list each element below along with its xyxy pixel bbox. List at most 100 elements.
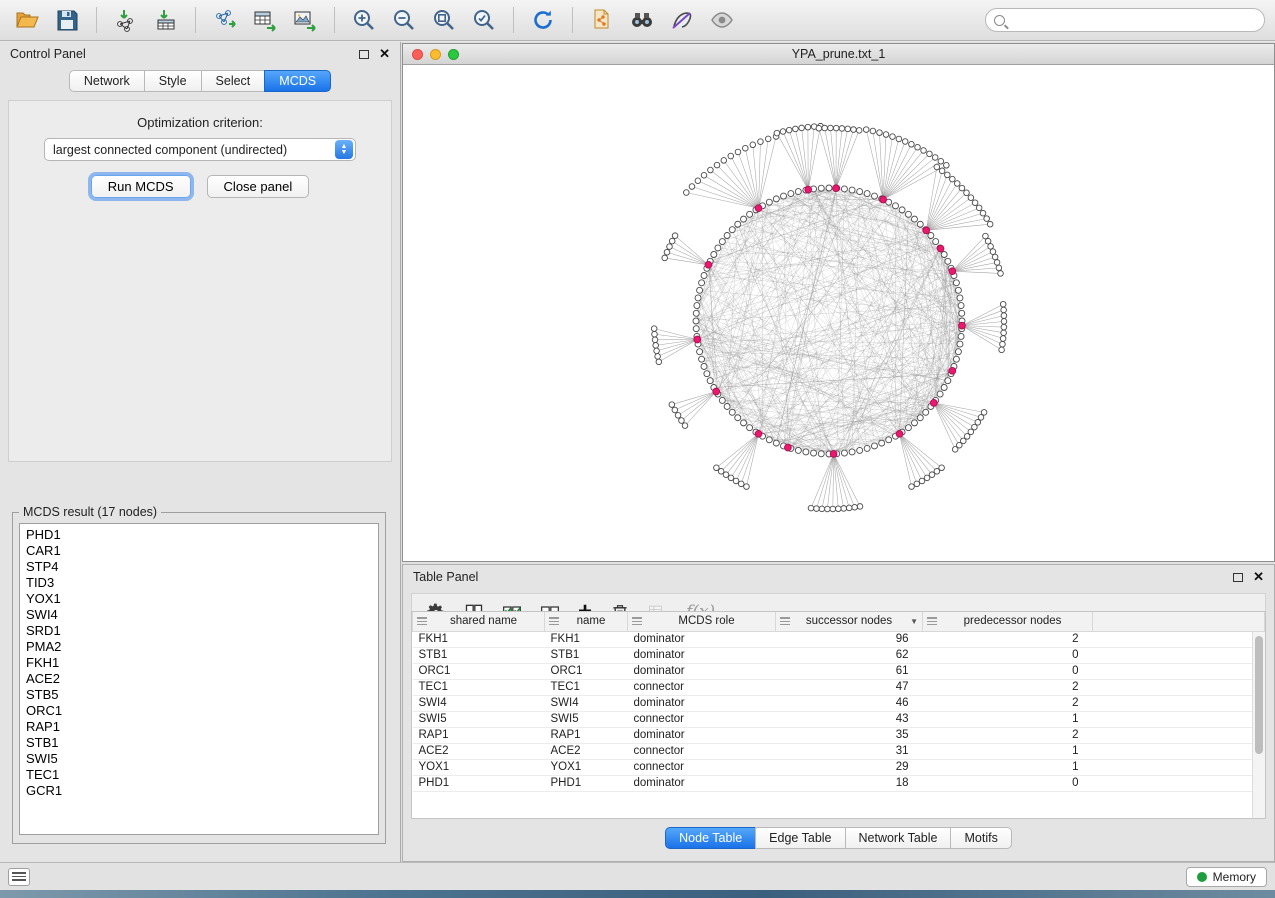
mcds-result-list[interactable]: PHD1CAR1STP4TID3YOX1SWI4SRD1PMA2FKH1ACE2… [19,523,379,835]
scrollbar-thumb[interactable] [1255,636,1263,754]
export-image-button[interactable] [288,4,322,36]
cell-successors[interactable]: 29 [776,759,923,775]
cell-shared_name[interactable]: TEC1 [413,679,545,695]
table-row[interactable]: ACE2ACE2connector311 [413,743,1265,759]
apply-style-button[interactable] [665,4,699,36]
minimize-window-icon[interactable] [430,49,441,60]
table-row[interactable]: TEC1TEC1connector472 [413,679,1265,695]
cell-role[interactable]: connector [628,679,776,695]
node-table-header[interactable]: shared namenameMCDS rolesuccessor nodes▼… [413,612,1265,631]
duplicate-network-button[interactable] [585,4,619,36]
export-network-button[interactable] [208,4,242,36]
cell-role[interactable]: dominator [628,775,776,791]
cell-role[interactable]: dominator [628,727,776,743]
column-header-MCDS-role[interactable]: MCDS role [628,612,776,631]
mcds-result-item[interactable]: YOX1 [26,591,378,607]
cell-name[interactable]: ORC1 [545,663,628,679]
cell-predecessors[interactable]: 0 [923,647,1093,663]
mcds-result-item[interactable]: SWI4 [26,607,378,623]
cell-shared_name[interactable]: STB1 [413,647,545,663]
cell-name[interactable]: RAP1 [545,727,628,743]
cell-shared_name[interactable]: SWI5 [413,711,545,727]
mcds-result-item[interactable]: STB1 [26,735,378,751]
table-row[interactable]: ORC1ORC1dominator610 [413,663,1265,679]
network-graph[interactable] [403,66,1270,561]
cell-successors[interactable]: 35 [776,727,923,743]
tab-edge-table[interactable]: Edge Table [755,827,844,849]
search-input[interactable] [1010,13,1256,27]
cell-shared_name[interactable]: RAP1 [413,727,545,743]
cell-predecessors[interactable]: 2 [923,631,1093,647]
close-panel-icon[interactable]: ✕ [379,49,390,59]
cell-successors[interactable]: 96 [776,631,923,647]
search-field-wrap[interactable] [985,8,1265,32]
cell-role[interactable]: dominator [628,663,776,679]
mcds-result-item[interactable]: PHD1 [26,527,378,543]
mcds-result-item[interactable]: FKH1 [26,655,378,671]
tab-node-table[interactable]: Node Table [665,827,755,849]
show-panels-menu-icon[interactable] [8,868,30,886]
mcds-result-item[interactable]: SRD1 [26,623,378,639]
table-row[interactable]: SWI5SWI5connector431 [413,711,1265,727]
mcds-result-item[interactable]: PMA2 [26,639,378,655]
cell-successors[interactable]: 62 [776,647,923,663]
cell-role[interactable]: dominator [628,631,776,647]
mcds-result-item[interactable]: TEC1 [26,767,378,783]
chevron-down-icon[interactable]: ▼ [910,617,918,626]
cell-successors[interactable]: 18 [776,775,923,791]
table-row[interactable]: RAP1RAP1dominator352 [413,727,1265,743]
cell-name[interactable]: STB1 [545,647,628,663]
float-panel-icon[interactable] [1233,573,1243,582]
cell-successors[interactable]: 47 [776,679,923,695]
tab-motifs[interactable]: Motifs [950,827,1011,849]
import-network-file-button[interactable] [109,4,143,36]
column-header-name[interactable]: name [545,612,628,631]
network-canvas[interactable] [403,66,1274,561]
mcds-result-item[interactable]: TID3 [26,575,378,591]
cell-name[interactable]: ACE2 [545,743,628,759]
refresh-layout-button[interactable] [526,4,560,36]
zoom-out-button[interactable] [387,4,421,36]
mcds-result-item[interactable]: SWI5 [26,751,378,767]
export-table-button[interactable] [248,4,282,36]
cell-shared_name[interactable]: SWI4 [413,695,545,711]
table-row[interactable]: FKH1FKH1dominator962 [413,631,1265,647]
first-neighbors-button[interactable] [625,4,659,36]
cell-role[interactable]: dominator [628,695,776,711]
open-file-button[interactable] [10,4,44,36]
show-hide-button[interactable] [705,4,739,36]
tab-network-table[interactable]: Network Table [845,827,951,849]
mcds-result-item[interactable]: CAR1 [26,543,378,559]
mcds-result-item[interactable]: RAP1 [26,719,378,735]
cell-successors[interactable]: 46 [776,695,923,711]
cell-shared_name[interactable]: PHD1 [413,775,545,791]
close-window-icon[interactable] [412,49,423,60]
cell-role[interactable]: connector [628,759,776,775]
cell-role[interactable]: dominator [628,647,776,663]
save-session-button[interactable] [50,4,84,36]
cell-role[interactable]: connector [628,711,776,727]
table-row[interactable]: SWI4SWI4dominator462 [413,695,1265,711]
network-window-titlebar[interactable]: YPA_prune.txt_1 [403,44,1274,65]
cell-predecessors[interactable]: 1 [923,743,1093,759]
table-row[interactable]: YOX1YOX1connector291 [413,759,1265,775]
tab-network[interactable]: Network [69,70,144,92]
cell-name[interactable]: YOX1 [545,759,628,775]
memory-button[interactable]: Memory [1186,867,1267,887]
cell-successors[interactable]: 31 [776,743,923,759]
cell-predecessors[interactable]: 0 [923,775,1093,791]
cell-predecessors[interactable]: 1 [923,759,1093,775]
cell-predecessors[interactable]: 2 [923,727,1093,743]
cell-name[interactable]: PHD1 [545,775,628,791]
column-header-successor-nodes[interactable]: successor nodes▼ [776,612,923,631]
table-row[interactable]: PHD1PHD1dominator180 [413,775,1265,791]
float-panel-icon[interactable] [359,50,369,59]
cell-successors[interactable]: 43 [776,711,923,727]
import-table-file-button[interactable] [149,4,183,36]
close-panel-icon[interactable]: ✕ [1253,572,1264,582]
cell-predecessors[interactable]: 2 [923,679,1093,695]
cell-name[interactable]: SWI5 [545,711,628,727]
cell-predecessors[interactable]: 1 [923,711,1093,727]
cell-name[interactable]: FKH1 [545,631,628,647]
tab-mcds[interactable]: MCDS [264,70,331,92]
